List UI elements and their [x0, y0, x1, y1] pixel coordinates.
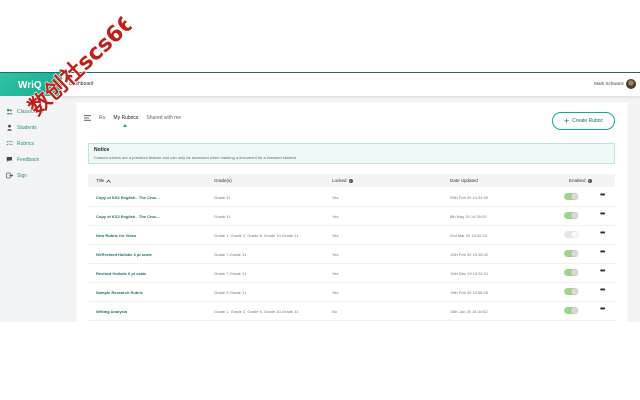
enabled-toggle[interactable] — [564, 269, 578, 276]
sidebar-item-rubrics[interactable]: Rubrics — [6, 140, 34, 147]
date-cell: 2nd Mar 20 10:32:34 — [450, 233, 487, 238]
table-row[interactable]: Sample Research Rubric Grade 9-Grade 11 … — [88, 283, 615, 302]
column-label: Grade(s) — [214, 178, 232, 183]
rubric-title-link[interactable]: Writing Analysis — [96, 309, 127, 314]
grades-cell: Grade 7-Grade 11 — [214, 271, 247, 276]
rubric-title-link[interactable]: Sample Research Rubric — [96, 290, 143, 295]
column-header-locked[interactable]: Locked i — [332, 178, 353, 183]
rubric-tabs: Ru My Rubrics Shared with me — [84, 115, 181, 127]
sidebar-item-feedback[interactable]: Feedback — [6, 156, 39, 163]
enabled-toggle[interactable] — [564, 307, 578, 314]
sign-out-icon — [6, 172, 13, 179]
table-row[interactable]: NVRevised Holistic 6 pt scale Grade 7-Gr… — [88, 245, 615, 264]
column-label: Date Updated — [450, 178, 478, 183]
more-options-icon[interactable]: ••• — [600, 306, 605, 313]
grades-cell: Grade 1, Grade 3, Grade 6, Grade 10-Grad… — [214, 309, 299, 314]
avatar[interactable] — [626, 79, 636, 89]
tab-rubrics[interactable]: Ru — [99, 115, 105, 121]
sidebar-item-label: Feedback — [17, 156, 39, 163]
locked-cell: Yes — [332, 290, 339, 295]
more-options-icon[interactable]: ••• — [600, 230, 605, 237]
locked-cell: Yes — [332, 214, 339, 219]
table-row[interactable]: Revised Holistic 6 pt scale Grade 7-Grad… — [88, 264, 615, 283]
enabled-toggle[interactable] — [564, 193, 578, 200]
table-header: Title Grade(s) Locked i Date Updated Ena… — [88, 174, 615, 187]
sidebar-item-label: Rubrics — [17, 140, 34, 147]
sort-up-icon — [106, 178, 112, 183]
date-cell: 20th Feb 20 14:34:00 — [450, 195, 489, 200]
grades-cell: Grade 7-Grade 11 — [214, 252, 247, 257]
info-icon[interactable]: i — [348, 178, 353, 183]
column-label: Locked — [332, 178, 347, 183]
people-icon — [6, 108, 13, 115]
column-header-title[interactable]: Title — [96, 178, 112, 183]
sidebar-item-label: Students — [17, 124, 37, 131]
locked-cell: No — [332, 309, 338, 314]
grades-cell: Grade 9-Grade 11 — [214, 290, 247, 295]
notice-banner: Notice Custom rubrics are a premium feat… — [88, 143, 615, 164]
sidebar-item-students[interactable]: Students — [6, 124, 37, 131]
notice-title: Notice — [94, 147, 110, 153]
locked-cell: Yes — [332, 233, 339, 238]
info-icon[interactable]: i — [587, 178, 592, 183]
locked-cell: Yes — [332, 195, 339, 200]
column-label: Enabled — [569, 178, 586, 183]
rubric-title-link[interactable]: Copy of KS2 English - The Cruc... — [96, 214, 160, 219]
date-cell: 8th May 20 14:39:20 — [450, 214, 487, 219]
enabled-toggle[interactable] — [564, 250, 578, 257]
rubric-title-link[interactable]: Revised Holistic 6 pt scale — [96, 271, 146, 276]
rubric-title-link[interactable]: New Rubric for Video — [96, 233, 136, 238]
grades-cell: Grade 11 — [214, 214, 231, 219]
date-cell: 12th Feb 20 19:18:42 — [450, 252, 489, 257]
tab-my-rubrics[interactable]: My Rubrics — [113, 115, 138, 127]
more-options-icon[interactable]: ••• — [600, 268, 605, 275]
chat-icon — [6, 157, 12, 162]
rubric-title-link[interactable]: NVRevised Holistic 6 pt scale — [96, 252, 152, 257]
more-options-icon[interactable]: ••• — [600, 211, 605, 218]
user-name[interactable]: Mark Schwartz — [594, 81, 624, 86]
locked-cell: Yes — [332, 271, 339, 276]
grades-cell: Grade 1, Grade 3, Grade 6, Grade 10-Grad… — [214, 233, 299, 238]
rubric-title-link[interactable]: Copy of KS2 English - The Cruc... — [96, 195, 160, 200]
create-rubric-button[interactable]: + Create Rubric — [552, 112, 615, 130]
checklist-icon — [6, 140, 13, 146]
column-header-enabled[interactable]: Enabled i — [569, 178, 592, 183]
table-row[interactable]: Copy of KS2 English - The Cruc... Grade … — [88, 188, 615, 207]
grades-cell: Grade 11 — [214, 195, 231, 200]
table-row[interactable]: Copy of KS2 English - The Cruc... Grade … — [88, 207, 615, 226]
column-label: Title — [96, 178, 105, 183]
more-options-icon[interactable]: ••• — [600, 192, 605, 199]
date-cell: 16th Jan 20 14:34:52 — [450, 309, 488, 314]
column-header-date-updated[interactable]: Date Updated — [450, 178, 478, 183]
more-options-icon[interactable]: ••• — [600, 287, 605, 294]
app-window: WriQ Dashboard Mark Schwartz Classrooms … — [0, 72, 640, 322]
list-icon — [84, 115, 91, 121]
rubrics-panel: Ru My Rubrics Shared with me + Create Ru… — [76, 102, 628, 322]
create-rubric-label: Create Rubric — [572, 118, 604, 124]
tab-shared-with-me[interactable]: Shared with me — [146, 115, 181, 121]
more-options-icon[interactable]: ••• — [600, 249, 605, 256]
sidebar-item-label: Sign — [17, 172, 28, 179]
notice-text: Custom rubrics are a premium feature and… — [94, 155, 296, 160]
person-icon — [7, 124, 12, 131]
enabled-toggle[interactable] — [564, 212, 578, 219]
table-row[interactable]: Writing Analysis Grade 1, Grade 3, Grade… — [88, 302, 615, 321]
plus-icon: + — [563, 115, 570, 126]
date-cell: 19th Feb 20 10:58:26 — [450, 290, 489, 295]
date-cell: 10th Dec 19 15:31:31 — [450, 271, 489, 276]
column-header-grades[interactable]: Grade(s) — [214, 178, 232, 183]
enabled-toggle[interactable] — [564, 231, 578, 238]
locked-cell: Yes — [332, 252, 339, 257]
enabled-toggle[interactable] — [564, 288, 578, 295]
sidebar-item-sign-out[interactable]: Sign — [6, 172, 27, 179]
sidebar: Classrooms Students Rubrics Feedback Sig… — [0, 96, 62, 322]
table-row[interactable]: New Rubric for Video Grade 1, Grade 3, G… — [88, 226, 615, 245]
